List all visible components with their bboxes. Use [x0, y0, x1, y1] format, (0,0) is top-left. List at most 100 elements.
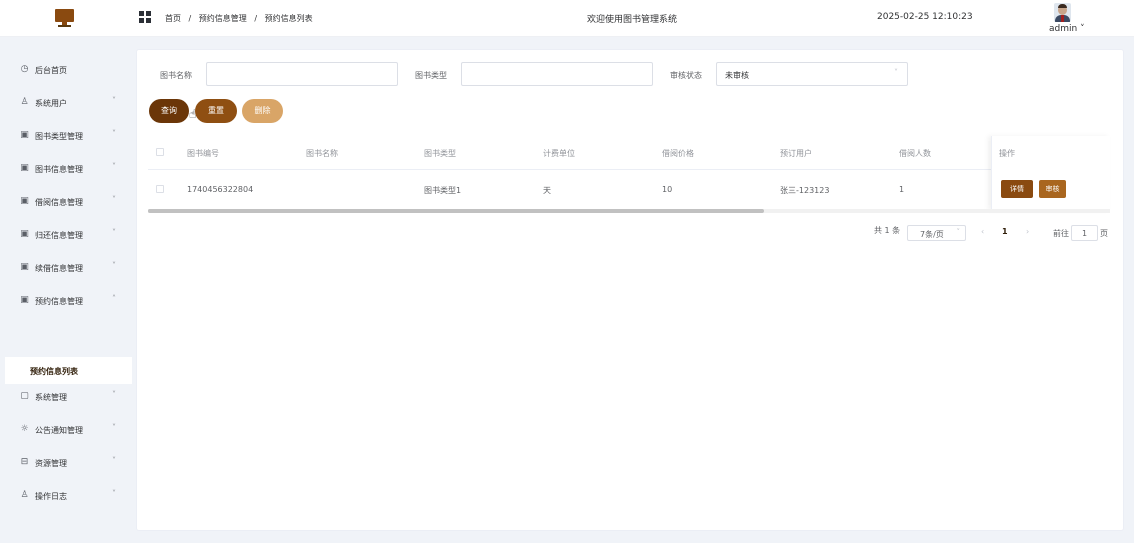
column-header[interactable]: 图书类型 [424, 148, 456, 159]
sidebar-item-label: 系统管理 [35, 393, 67, 402]
sidebar-item[interactable]: ▣ 续借信息管理 ˅ [0, 258, 132, 278]
sidebar-item-label: 后台首页 [35, 66, 67, 75]
sidebar-item[interactable]: ▣ 预约信息管理 ˄ [0, 291, 132, 311]
page-number[interactable]: 1 [1002, 227, 1008, 236]
sidebar-item[interactable]: ☼ 公告通知管理 ˅ [0, 420, 132, 440]
folder-icon: ▣ [20, 196, 29, 206]
column-header[interactable]: 预订用户 [780, 148, 812, 159]
chevron-down-icon: ˅ [112, 162, 116, 171]
sidebar-item[interactable]: ▣ 图书信息管理 ˅ [0, 159, 132, 179]
sidebar-item-label: 借阅信息管理 [35, 198, 83, 207]
table-header: 图书编号 图书名称 图书类型 计费单位 借阅价格 预订用户 借阅人数 [148, 136, 1110, 170]
folder-icon: ▣ [20, 229, 29, 239]
page-size-select[interactable]: 7条/页 ˅ [907, 225, 966, 241]
chevron-down-icon: ˅ [1080, 24, 1085, 34]
column-header[interactable]: 借阅人数 [899, 148, 931, 159]
sidebar-item[interactable]: ⊟ 资源管理 ˅ [0, 453, 132, 473]
chevron-down-icon: ˅ [112, 96, 116, 105]
sidebar-item-label: 图书信息管理 [35, 165, 83, 174]
chevron-down-icon: ˅ [956, 228, 961, 236]
chevron-down-icon: ˅ [112, 195, 116, 204]
sidebar-item[interactable]: ♙ 操作日志 ˅ [0, 486, 132, 506]
sidebar-item-label: 图书类型管理 [35, 132, 83, 141]
status-select[interactable]: 未审核 ˅ [716, 62, 908, 86]
sidebar-subitem-label: 预约信息列表 [30, 367, 78, 376]
folder-icon: ▣ [20, 130, 29, 140]
breadcrumb: 首页 / 预约信息管理 / 预约信息列表 [165, 13, 313, 24]
folder-icon: ▣ [20, 163, 29, 173]
folder-icon: ▣ [20, 295, 29, 305]
sidebar-item[interactable]: ▣ 借阅信息管理 ˅ [0, 192, 132, 212]
page-suffix: 页 [1100, 229, 1108, 238]
book-type-label: 图书类型 [415, 71, 447, 80]
sidebar-item[interactable]: ▢ 系统管理 ˅ [0, 387, 132, 407]
sidebar-item[interactable]: ♙ 系统用户 ˅ [0, 93, 132, 113]
chevron-up-icon: ˄ [112, 294, 116, 303]
prev-page-icon[interactable]: ‹ [981, 227, 984, 236]
chevron-down-icon: ˅ [112, 261, 116, 270]
column-header[interactable]: 图书名称 [306, 148, 338, 159]
column-header[interactable]: 计费单位 [543, 148, 575, 159]
chevron-down-icon: ˅ [112, 423, 116, 432]
sidebar-item[interactable]: ◷ 后台首页 [0, 60, 132, 80]
sidebar-item-label: 操作日志 [35, 492, 67, 501]
system-title: 欢迎使用图书管理系统 [587, 15, 678, 25]
user-menu[interactable]: admin ˅ [1049, 24, 1085, 34]
sidebar-subitem-reservation-list[interactable]: 预约信息列表 [5, 357, 132, 384]
detail-button[interactable]: 详情 [1001, 180, 1033, 198]
chevron-down-icon: ˅ [112, 456, 116, 465]
row-checkbox[interactable] [156, 185, 164, 193]
sidebar-item[interactable]: ▣ 归还信息管理 ˅ [0, 225, 132, 245]
goto-label: 前往 [1053, 229, 1069, 238]
datetime: 2025-02-25 12:10:23 [877, 12, 973, 22]
monitor-icon: ⊟ [20, 457, 29, 467]
cell-book-no: 1740456322804 [187, 185, 254, 194]
sidebar-item-label: 系统用户 [35, 99, 67, 108]
sidebar-item-label: 归还信息管理 [35, 231, 83, 240]
sidebar-item-label: 预约信息管理 [35, 297, 83, 306]
sidebar-item-label: 续借信息管理 [35, 264, 83, 273]
user-icon: ♙ [20, 97, 29, 107]
next-page-icon[interactable]: › [1026, 227, 1029, 236]
sidebar: ◷ 后台首页 ♙ 系统用户 ˅ ▣ 图书类型管理 ˅ ▣ 图书信息管理 ˅ ▣ 借阅信息管理 ˅ ▣ 归还信息… [0, 37, 132, 543]
table-horizontal-scrollbar[interactable] [148, 209, 1110, 213]
data-table: 图书编号 图书名称 图书类型 计费单位 借阅价格 预订用户 借阅人数 17404… [148, 136, 1110, 213]
cell-user: 张三-123123 [780, 186, 830, 195]
sidebar-item-label: 资源管理 [35, 459, 67, 468]
pagination-total: 共 1 条 [874, 226, 901, 235]
delete-button[interactable]: 删除 [242, 99, 283, 123]
breadcrumb-home[interactable]: 首页 [165, 14, 181, 23]
breadcrumb-reservation-list: 预约信息列表 [264, 14, 313, 23]
scrollbar-thumb[interactable] [148, 209, 764, 213]
page-size-value: 7条/页 [920, 230, 944, 239]
select-all-checkbox[interactable] [156, 148, 164, 156]
column-header[interactable]: 借阅价格 [662, 148, 694, 159]
status-label: 审核状态 [670, 71, 702, 80]
query-button[interactable]: 查询 [149, 99, 189, 123]
sun-icon: ☼ [20, 424, 29, 434]
breadcrumb-reservation-management[interactable]: 预约信息管理 [199, 14, 247, 23]
column-header-operations: 操作 [999, 149, 1015, 158]
chevron-down-icon: ˅ [894, 68, 898, 77]
cell-unit: 天 [543, 186, 551, 195]
status-select-value: 未审核 [725, 71, 749, 80]
column-header[interactable]: 图书编号 [187, 148, 219, 159]
book-name-input[interactable] [206, 62, 398, 86]
chevron-down-icon: ˅ [112, 228, 116, 237]
folder-icon: ▣ [20, 262, 29, 272]
avatar[interactable] [1054, 3, 1071, 22]
folder-check-icon: ▢ [20, 391, 29, 401]
review-button[interactable]: 审核 [1039, 180, 1066, 198]
reset-button[interactable]: 重置 [195, 99, 237, 123]
main-card [136, 49, 1124, 531]
sidebar-item-label: 公告通知管理 [35, 426, 83, 435]
goto-page-input[interactable] [1071, 225, 1098, 241]
username: admin [1049, 24, 1078, 34]
menu-grid-icon[interactable] [139, 11, 152, 24]
book-type-input[interactable] [461, 62, 653, 86]
sidebar-item[interactable]: ▣ 图书类型管理 ˅ [0, 126, 132, 146]
logo-monitor-icon [55, 9, 74, 28]
cell-price: 10 [662, 185, 673, 194]
book-name-label: 图书名称 [160, 71, 192, 80]
clock-icon: ◷ [20, 64, 29, 74]
